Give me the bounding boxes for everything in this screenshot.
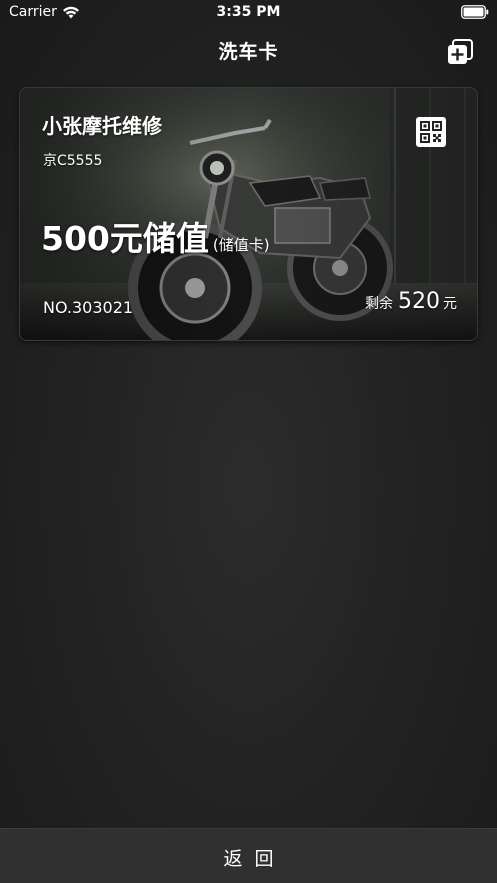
- add-card-button[interactable]: [447, 39, 473, 65]
- battery-icon: [461, 5, 489, 19]
- back-button[interactable]: 返回: [0, 828, 497, 883]
- page-title: 洗车卡: [218, 41, 279, 63]
- status-time: 3:35 PM: [216, 4, 281, 20]
- wash-card[interactable]: 小张摩托维修 京C5555 500元储值 (储值卡) NO.303021 剩余 …: [19, 87, 478, 341]
- shop-name: 小张摩托维修: [42, 114, 162, 138]
- qr-code-button[interactable]: [416, 117, 446, 147]
- license-plate: 京C5555: [43, 153, 103, 169]
- nav-bar: 洗车卡: [0, 26, 497, 76]
- card-balance: 剩余 520 元: [365, 289, 457, 314]
- card-amount-line: 500元储值 (储值卡): [41, 212, 270, 260]
- balance-unit: 元: [443, 296, 457, 312]
- status-bar: Carrier 3:35 PM: [0, 0, 497, 26]
- card-amount-title: 500元储值: [41, 219, 209, 258]
- back-button-label: 返回: [223, 848, 286, 870]
- card-type-label: (储值卡): [212, 236, 270, 254]
- add-card-icon: [448, 39, 473, 64]
- qr-code-icon: [420, 121, 442, 143]
- balance-label: 剩余: [365, 296, 393, 312]
- balance-value: 520: [398, 289, 440, 314]
- card-number: NO.303021: [43, 298, 134, 317]
